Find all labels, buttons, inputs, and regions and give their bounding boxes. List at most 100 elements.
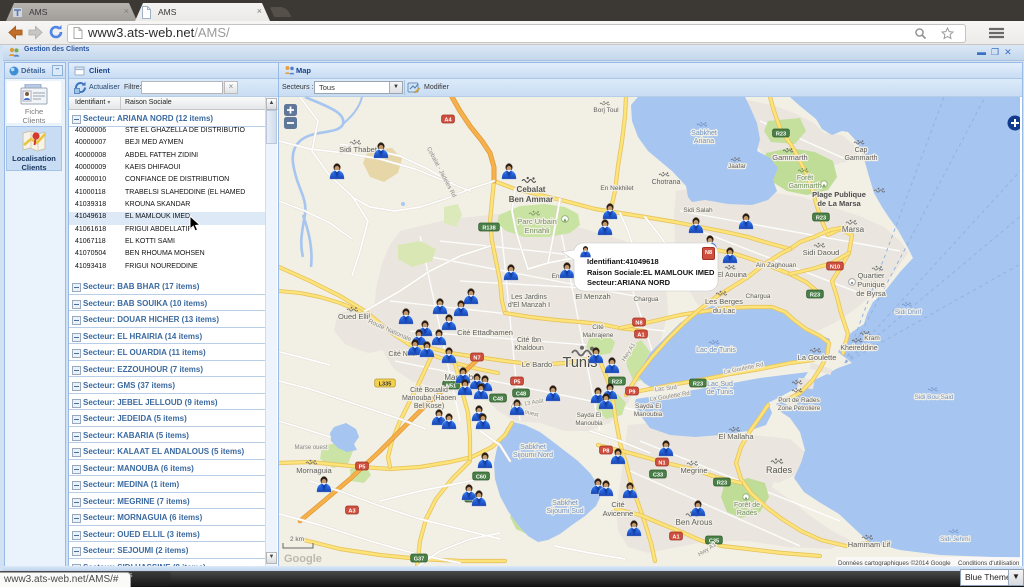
svg-text:En Nekhilet: En Nekhilet [600,185,633,192]
svg-text:Sidi Daoud: Sidi Daoud [803,248,840,257]
svg-text:Forêt de: Forêt de [734,502,760,509]
svg-text:Ain Zaghouan: Ain Zaghouan [756,262,797,269]
svg-text:C33: C33 [653,473,663,479]
svg-text:Google: Google [284,553,322,565]
svg-text:A4: A4 [444,118,452,124]
svg-text:Sabkhet: Sabkhet [691,130,717,137]
svg-text:Cité Ettadhamen: Cité Ettadhamen [457,328,513,337]
svg-text:Manoubia: Manoubia [575,420,603,427]
svg-text:R23: R23 [810,293,820,299]
svg-text:P5: P5 [514,380,521,386]
svg-text:Sijoumi Sud: Sijoumi Sud [546,508,583,515]
svg-text:Sayda El: Sayda El [577,412,602,419]
svg-text:R23: R23 [717,481,727,487]
svg-text:Sijoumi Nord: Sijoumi Nord [513,452,553,459]
svg-text:Punique: Punique [857,280,885,289]
svg-text:Sidi Jehmi: Sidi Jehmi [940,536,970,543]
svg-text:Chotrana: Chotrana [652,179,681,186]
svg-text:Cité Boualid: Cité Boualid [410,387,448,394]
svg-text:Le Bardo: Le Bardo [522,360,552,369]
svg-text:R23: R23 [816,216,826,222]
svg-text:▲: ▲ [562,218,567,224]
svg-text:●: ● [850,281,853,287]
svg-text:A3: A3 [348,509,355,515]
svg-text:Bel Kose): Bel Kose) [414,403,444,410]
svg-text:Chargua: Chargua [746,293,771,300]
svg-text:Sidi Thabet: Sidi Thabet [339,145,378,154]
svg-text:de La Marsa: de La Marsa [817,199,861,208]
svg-text:▲: ▲ [822,183,827,189]
svg-text:Plage Publique: Plage Publique [812,190,866,199]
svg-text:C60: C60 [476,475,486,481]
svg-text:C48: C48 [516,392,526,398]
svg-text:Sabkhet: Sabkhet [520,444,546,451]
svg-text:Cebalat: Cebalat [517,185,546,194]
svg-text:El Mallaha: El Mallaha [718,432,754,441]
svg-text:A1: A1 [672,535,679,541]
svg-text:Megrine: Megrine [680,466,707,475]
svg-text:Hammam Lif: Hammam Lif [848,540,891,549]
svg-text:de Tunis: de Tunis [707,389,734,396]
svg-text:Marsa: Marsa [842,225,865,234]
svg-text:R23: R23 [776,132,786,138]
svg-text:Kheireddine: Kheireddine [840,345,877,352]
svg-text:Manoubia: Manoubia [634,411,663,418]
svg-text:Sidi Salah: Sidi Salah [683,207,713,214]
svg-text:Ben Ammar: Ben Ammar [509,195,554,204]
svg-text:R23: R23 [693,382,703,388]
svg-text:Parc Urbain: Parc Urbain [517,217,557,226]
svg-text:Ariana: Ariana [694,138,714,145]
svg-text:La Goulette: La Goulette [798,353,837,362]
svg-text:P9: P9 [629,390,636,396]
svg-text:Ennahli: Ennahli [524,226,549,235]
svg-text:Les Jardins: Les Jardins [511,294,547,301]
svg-text:N8: N8 [635,321,642,327]
svg-text:Ben Arous: Ben Arous [676,518,713,527]
svg-text:Jaafar: Jaafar [728,163,747,170]
svg-text:N1: N1 [658,461,665,467]
svg-text:Radès: Radès [737,510,758,517]
svg-text:Gammarth: Gammarth [844,155,877,162]
svg-text:Port de Rades: Port de Rades [778,397,820,404]
svg-text:Cité: Cité [592,324,604,331]
svg-text:Cité Ibn: Cité Ibn [517,337,541,344]
svg-text:Lac Sud: Lac Sud [707,381,733,388]
svg-text:Zone Pétrolière: Zone Pétrolière [778,405,821,412]
svg-text:Sayda El: Sayda El [635,403,662,410]
svg-text:N10: N10 [830,265,840,271]
svg-text:Avicenne: Avicenne [603,509,634,518]
svg-text:Marse ouest: Marse ouest [294,445,327,451]
svg-text:Mornaguia: Mornaguia [296,466,332,475]
svg-text:Gammarth: Gammarth [788,183,821,190]
svg-text:Quartier: Quartier [857,271,885,280]
svg-text:Gammarth: Gammarth [772,153,807,162]
svg-text:Sabkhet: Sabkhet [552,500,578,507]
svg-text:C48: C48 [493,397,503,403]
svg-text:du Lac: du Lac [713,306,736,315]
svg-text:2 km: 2 km [290,536,304,543]
svg-text:L335: L335 [379,382,392,388]
svg-text:Cité: Cité [611,500,624,509]
svg-text:d'El Manzah I: d'El Manzah I [508,302,550,309]
svg-text:Lac de Tunis: Lac de Tunis [696,347,736,354]
svg-text:Borj Toul: Borj Toul [593,107,619,114]
svg-text:Sidi Bou Said: Sidi Bou Said [914,394,953,401]
svg-text:G37: G37 [414,557,425,563]
svg-text:Oued Ellil: Oued Ellil [338,312,370,321]
svg-text:N7: N7 [473,356,480,362]
svg-text:R23: R23 [612,380,622,386]
svg-text:▲: ▲ [744,496,749,502]
svg-text:Kram: Kram [864,335,880,342]
svg-text:Rades: Rades [766,465,793,475]
svg-text:Khaldoun: Khaldoun [514,345,544,352]
svg-text:Mahrajene: Mahrajene [583,332,614,339]
svg-text:R138: R138 [482,226,495,232]
svg-text:A1: A1 [637,333,644,339]
svg-text:Cap: Cap [855,147,868,154]
svg-text:Sidi Dhrif: Sidi Dhrif [895,309,922,316]
svg-text:de Byrsa: de Byrsa [856,289,886,298]
svg-text:Manouba (Haoen: Manouba (Haoen [402,395,456,402]
svg-text:P5: P5 [359,465,366,471]
svg-text:Forêt: Forêt [797,175,813,182]
svg-text:P8: P8 [603,449,610,455]
